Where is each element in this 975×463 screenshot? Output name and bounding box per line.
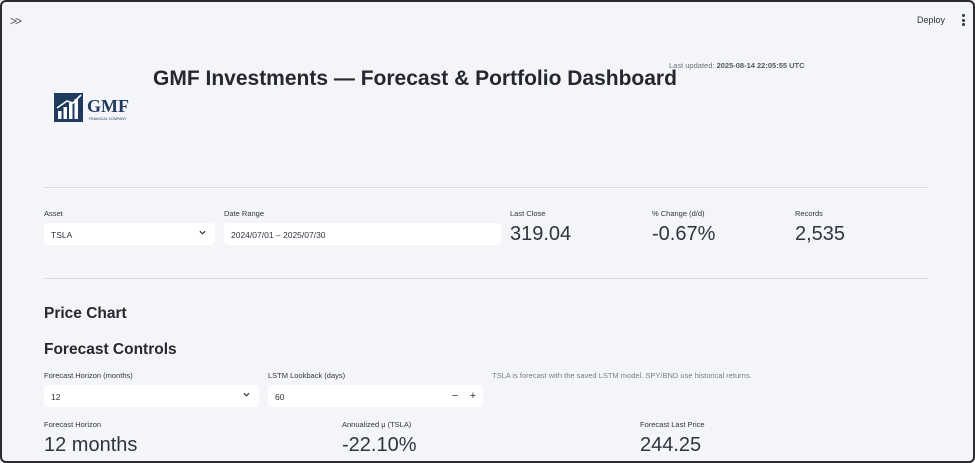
metric-label-forecast-horizon: Forecast Horizon [44,420,102,429]
forecast-horizon-value: 12 [51,392,61,402]
lstm-lookback-input[interactable]: 60 − + [268,385,483,407]
date-range-value: 2024/07/01 – 2025/07/30 [231,230,326,240]
logo-subtext: FINANCIAL COMPANY [89,117,127,121]
kebab-menu-icon[interactable] [958,13,968,27]
metric-value-forecast-horizon: 12 months [44,434,138,456]
minus-icon[interactable]: − [446,385,464,407]
chevron-down-icon [243,392,250,397]
asset-select-value: TSLA [51,230,73,240]
plus-icon[interactable]: + [464,385,482,407]
page-title: GMF Investments — Forecast & Portfolio D… [153,67,677,90]
section-heading-forecast-controls: Forecast Controls [44,341,177,358]
chevron-down-icon [199,230,206,235]
metric-label-pct-change: % Change (d/d) [652,209,705,218]
metric-value-pct-change: -0.67% [652,223,716,245]
forecast-horizon-select[interactable]: 12 [44,385,259,407]
logo-text: GMF [87,96,129,116]
lstm-lookback-value: 60 [275,392,285,402]
metric-value-records: 2,535 [795,223,846,245]
divider [44,187,928,188]
last-updated: Last updated: 2025-08-14 22:05:55 UTC [669,61,805,70]
metric-label-records: Records [795,209,823,218]
section-heading-price-chart: Price Chart [44,305,127,322]
metric-label-annualized-mu: Annualized μ (TSLA) [342,420,412,429]
last-updated-value: 2025-08-14 22:05:55 UTC [716,61,805,70]
date-range-input[interactable]: 2024/07/01 – 2025/07/30 [224,223,501,245]
metric-label-forecast-last-price: Forecast Last Price [640,420,705,429]
lstm-lookback-label: LSTM Lookback (days) [268,371,346,380]
metric-value-annualized-mu: -22.10% [342,434,417,456]
expand-sidebar-icon[interactable]: >> [10,14,22,28]
last-updated-label: Last updated: [669,61,715,70]
date-range-label: Date Range [224,209,265,218]
asset-select[interactable]: TSLA [44,223,215,245]
metric-value-forecast-last-price: 244.25 [640,434,702,456]
forecast-horizon-label: Forecast Horizon (months) [44,371,133,380]
deploy-button[interactable]: Deploy [917,15,945,25]
forecast-caption: TSLA is forecast with the saved LSTM mod… [492,371,752,380]
app-window: >> Deploy GMF FINANCIAL COMPANY GMF Inve… [0,0,975,463]
metric-value-last-close: 319.04 [510,223,572,245]
asset-label: Asset [44,209,63,218]
company-logo: GMF FINANCIAL COMPANY [54,92,138,124]
metric-label-last-close: Last Close [510,209,546,218]
divider [44,278,928,279]
